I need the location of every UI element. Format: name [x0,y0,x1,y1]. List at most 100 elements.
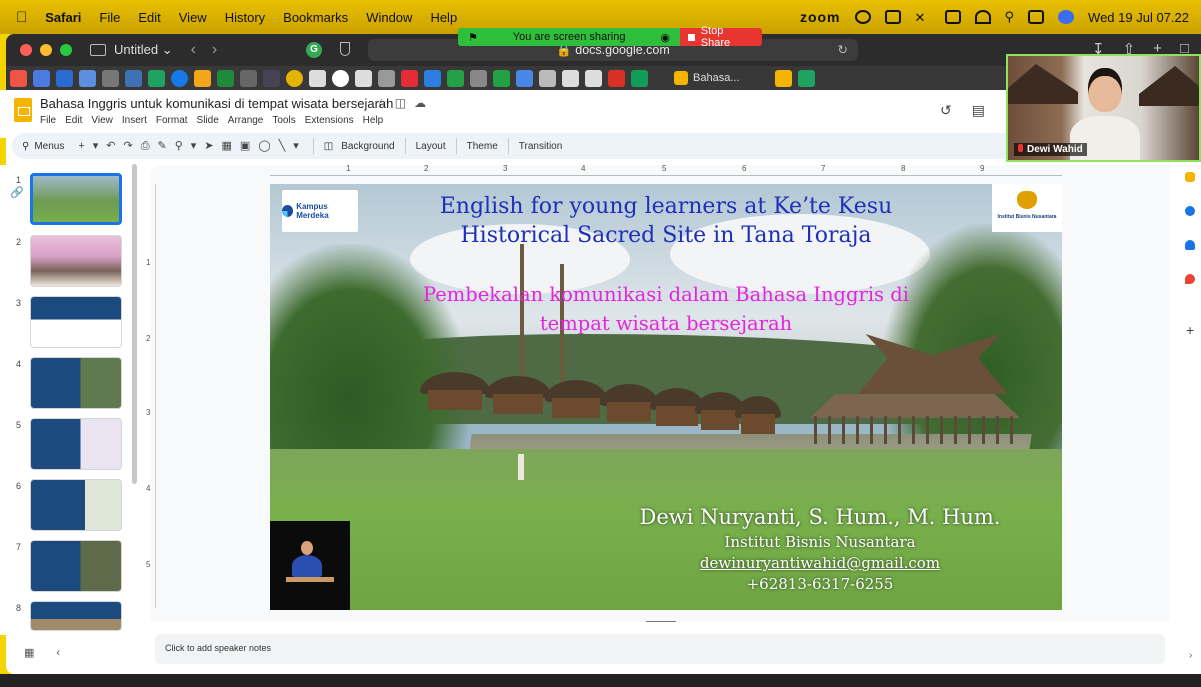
battery-icon[interactable] [884,10,901,24]
add-comment-icon[interactable]: ◫ [320,141,337,152]
wifi-icon[interactable] [974,10,991,24]
slides-menu-format[interactable]: Format [156,115,188,126]
notes-resize-handle[interactable] [646,621,676,622]
screen-mirroring-icon[interactable] [944,10,961,24]
bookmark-slides[interactable]: Bahasa... [674,71,739,85]
privacy-shield-icon[interactable] [340,42,350,56]
menu-bookmarks[interactable]: Bookmarks [283,10,348,25]
bookmark-icon[interactable] [125,69,142,87]
slides-menu-help[interactable]: Help [363,115,384,126]
embedded-video-thumbnail[interactable] [270,521,350,610]
bookmark-icon[interactable] [775,69,793,87]
bookmark-icon[interactable] [194,69,211,87]
contacts-icon[interactable] [1185,240,1195,250]
bookmark-icon[interactable] [286,69,303,87]
messenger-icon[interactable] [854,10,871,24]
bookmark-icon[interactable] [309,69,326,87]
bookmark-icon[interactable] [102,69,119,87]
app-menu-safari[interactable]: Safari [45,10,81,25]
bookmark-icon[interactable] [539,69,556,87]
add-addon-icon[interactable]: + [1186,322,1194,338]
transition-button[interactable]: Transition [515,141,567,152]
bookmark-icon[interactable] [493,69,510,87]
close-window-button[interactable] [20,44,32,56]
bookmark-icon[interactable] [585,69,602,87]
thumbnail-slide-2[interactable]: 2 [0,235,146,287]
apple-icon[interactable]:  [16,9,27,26]
thumbnail-slide-5[interactable]: 5 [0,418,146,470]
bookmark-icon[interactable] [516,69,533,87]
bluetooth-icon[interactable]: ✕ [915,10,931,25]
spotlight-icon[interactable]: ⚲ [1005,9,1015,25]
slides-menu-insert[interactable]: Insert [122,115,147,126]
bookmark-icon[interactable] [401,69,418,87]
document-title[interactable]: Bahasa Inggris untuk komunikasi di tempa… [40,96,393,111]
toolbar-icon-group[interactable]: +▾↶↷⎙✎⚲▾➤▦▣◯╲▾ [78,139,306,153]
slides-menu-arrange[interactable]: Arrange [228,115,264,126]
theme-button[interactable]: Theme [463,141,502,152]
mic-shield-icon[interactable]: ◉ [660,31,670,44]
menu-history[interactable]: History [225,10,265,25]
menus-search[interactable]: ⚲ Menus [12,141,64,152]
reload-icon[interactable]: ↻ [838,39,848,61]
menu-help[interactable]: Help [430,10,457,25]
zoom-video-tile[interactable]: Dewi Wahid [1006,54,1201,162]
bookmark-icon[interactable] [56,69,73,87]
pin-icon[interactable]: ⚑ [468,31,478,44]
maps-icon[interactable] [1185,274,1195,284]
bookmark-icon[interactable] [10,69,27,87]
bookmark-icon[interactable] [148,69,165,87]
bookmark-icon[interactable] [217,69,234,87]
filmstrip-scrollbar[interactable] [132,164,137,484]
bookmark-icon[interactable] [355,69,372,87]
thumbnail-slide-3[interactable]: 3 [0,296,146,348]
slides-menu-extensions[interactable]: Extensions [305,115,354,126]
zoom-window-button[interactable] [60,44,72,56]
sidebar-toggle-icon[interactable] [90,44,106,56]
doc-title-icons[interactable]: ☆◫☁ [376,96,434,110]
clock[interactable]: Wed 19 Jul 07.22 [1088,10,1189,25]
google-extension-icon[interactable]: G [306,42,322,58]
thumbnail-slide-7[interactable]: 7 [0,540,146,592]
tab-group-selector[interactable]: Untitled ⌄ [114,42,173,58]
slides-menu-view[interactable]: View [91,115,113,126]
menu-file[interactable]: File [99,10,120,25]
slide-subtitle[interactable]: Pembekalan komunikasi dalam Bahasa Inggr… [360,280,972,338]
background-button[interactable]: Background [337,141,398,152]
stop-share-button[interactable]: Stop Share [680,25,762,49]
control-center-icon[interactable] [1028,10,1045,24]
version-history-icon[interactable]: ↺ [940,102,952,119]
speaker-email-link[interactable]: dewinuryantiwahid@gmail.com [600,553,1040,574]
siri-icon[interactable] [1058,10,1075,24]
comments-icon[interactable]: ▤ [972,102,985,119]
bookmark-icon[interactable] [562,69,579,87]
thumbnail-slide-6[interactable]: 6 [0,479,146,531]
bookmark-icon[interactable] [79,69,96,87]
bookmark-icon[interactable] [447,69,464,87]
bookmark-icon[interactable] [33,69,50,87]
menu-edit[interactable]: Edit [138,10,160,25]
gmail-bookmark-icon[interactable] [608,69,625,87]
bookmark-icon[interactable] [263,69,280,87]
thumbnail-slide-1[interactable]: 1 [0,173,146,225]
slides-menu-slide[interactable]: Slide [197,115,219,126]
show-side-panel-icon[interactable]: › [1189,650,1192,661]
thumbnail-slide-4[interactable]: 4 [0,357,146,409]
tasks-icon[interactable] [1185,206,1195,216]
bookmark-icon[interactable] [798,69,816,87]
minimize-window-button[interactable] [40,44,52,56]
speaker-notes[interactable]: Click to add speaker notes [155,634,1165,664]
link-icon[interactable]: 🔗 [10,186,24,199]
speaker-info[interactable]: Dewi Nuryanti, S. Hum., M. Hum. Institut… [600,502,1040,595]
back-forward-icons[interactable]: ‹› [191,41,234,59]
slides-menu-tools[interactable]: Tools [272,115,295,126]
slides-menu-file[interactable]: File [40,115,56,126]
menu-window[interactable]: Window [366,10,412,25]
sharing-status[interactable]: ⚑ You are screen sharing ◉ [458,28,680,46]
zoom-status-item[interactable]: zoom [800,9,841,25]
bookmark-icon[interactable] [378,69,395,87]
bottom-view-controls[interactable]: ▦‹ [24,646,82,659]
menu-view[interactable]: View [179,10,207,25]
bookmark-icon[interactable] [171,69,188,87]
slide-title[interactable]: English for young learners at Ke’te Kesu… [330,192,1002,250]
